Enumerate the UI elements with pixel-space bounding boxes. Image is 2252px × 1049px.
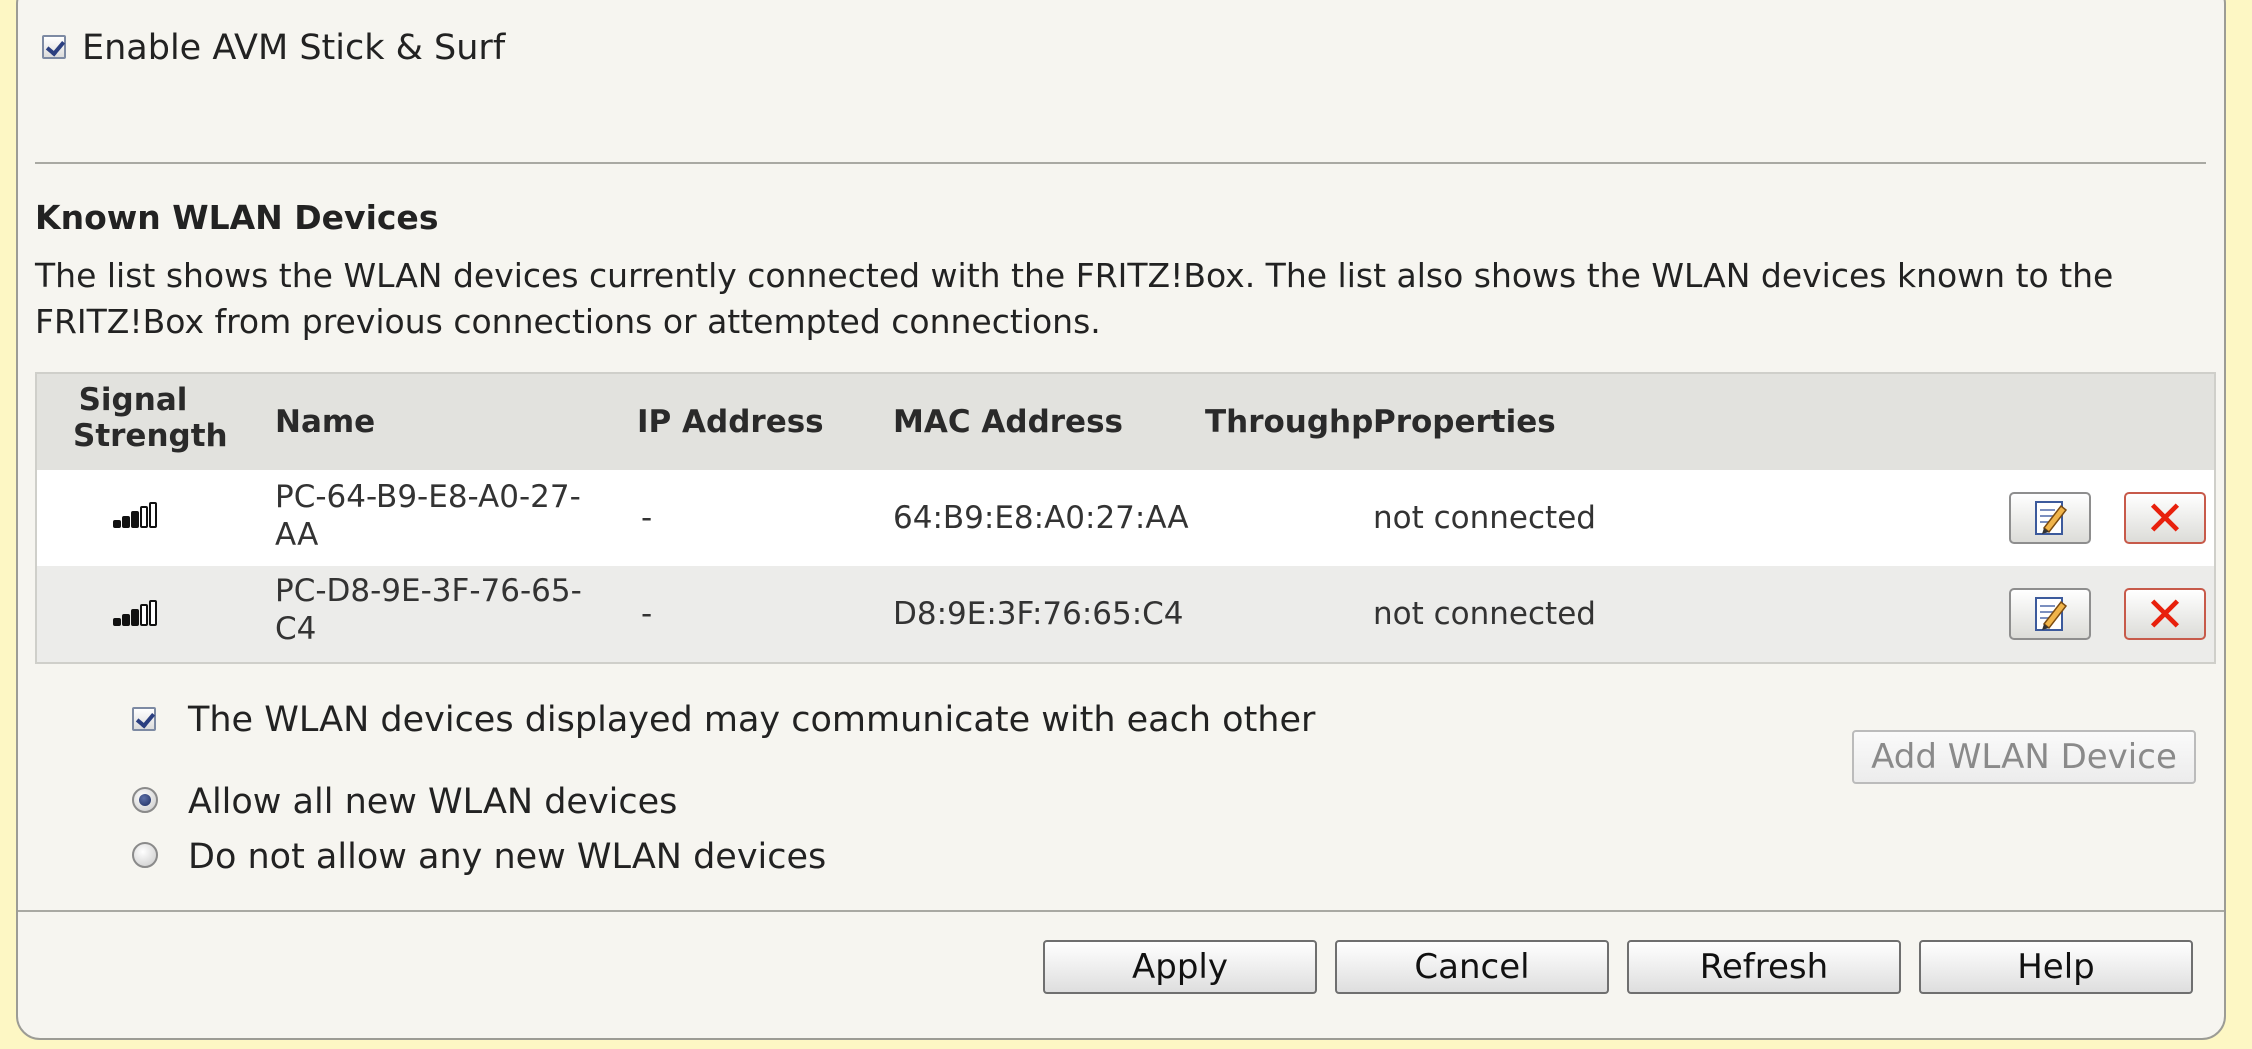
stick-surf-label: Enable AVM Stick & Surf	[82, 28, 506, 68]
edit-icon	[2035, 597, 2068, 631]
allow-all-radio[interactable]	[132, 787, 158, 813]
device-properties: not connected	[1373, 596, 1596, 632]
col-ip-address: IP Address	[637, 404, 824, 440]
device-properties: not connected	[1373, 500, 1596, 536]
device-mac: D8:9E:3F:76:65:C4	[893, 596, 1184, 632]
edit-device-button[interactable]	[2009, 492, 2091, 544]
device-name-line2: C4	[275, 611, 317, 647]
footer-divider	[18, 910, 2224, 912]
device-name: PC-D8-9E-3F-76-65- C4	[275, 572, 582, 648]
apply-button[interactable]: Apply	[1043, 940, 1317, 994]
delete-icon: ✕	[2144, 491, 2186, 547]
col-mac-address: MAC Address	[893, 404, 1123, 440]
col-name: Name	[275, 404, 376, 440]
help-button[interactable]: Help	[1919, 940, 2193, 994]
delete-device-button[interactable]: ✕	[2124, 588, 2206, 640]
signal-strength-icon	[113, 502, 165, 528]
deny-all-label: Do not allow any new WLAN devices	[188, 837, 827, 877]
edit-device-button[interactable]	[2009, 588, 2091, 640]
deny-all-radio[interactable]	[132, 842, 158, 868]
delete-device-button[interactable]: ✕	[2124, 492, 2206, 544]
col-signal-strength: Signal Strength	[73, 382, 228, 454]
signal-strength-icon	[113, 600, 165, 626]
device-name-line1: PC-D8-9E-3F-76-65-	[275, 573, 582, 609]
devices-table: Signal Strength Name IP Address MAC Addr…	[35, 372, 2216, 664]
add-wlan-device-button[interactable]: Add WLAN Device	[1852, 730, 2196, 784]
col-signal-line1: Signal	[78, 382, 188, 418]
edit-icon	[2035, 501, 2068, 535]
communicate-checkbox[interactable]	[132, 707, 156, 731]
section-divider	[35, 162, 2206, 164]
communicate-label: The WLAN devices displayed may communica…	[188, 700, 1316, 740]
device-ip: -	[641, 596, 653, 632]
col-properties: Properties	[1373, 404, 1556, 440]
stick-surf-checkbox[interactable]	[42, 35, 66, 59]
settings-panel: Enable AVM Stick & Surf Known WLAN Devic…	[16, 0, 2226, 1040]
device-name-line2: AA	[275, 517, 319, 553]
device-mac: 64:B9:E8:A0:27:AA	[893, 500, 1189, 536]
section-heading: Known WLAN Devices	[35, 198, 439, 237]
refresh-button[interactable]: Refresh	[1627, 940, 1901, 994]
col-signal-line2: Strength	[73, 418, 228, 454]
device-name-line1: PC-64-B9-E8-A0-27-	[275, 479, 581, 515]
delete-icon: ✕	[2144, 587, 2186, 643]
table-row: PC-64-B9-E8-A0-27- AA - 64:B9:E8:A0:27:A…	[37, 470, 2214, 566]
table-row: PC-D8-9E-3F-76-65- C4 - D8:9E:3F:76:65:C…	[37, 566, 2214, 662]
allow-all-label: Allow all new WLAN devices	[188, 782, 678, 822]
device-ip: -	[641, 500, 653, 536]
cancel-button[interactable]: Cancel	[1335, 940, 1609, 994]
device-name: PC-64-B9-E8-A0-27- AA	[275, 478, 581, 554]
col-throughput: Throughput	[1205, 404, 1373, 440]
section-description-line1: The list shows the WLAN devices currentl…	[35, 256, 2114, 295]
section-description-line2: FRITZ!Box from previous connections or a…	[35, 302, 1101, 341]
table-header: Signal Strength Name IP Address MAC Addr…	[37, 374, 2214, 470]
